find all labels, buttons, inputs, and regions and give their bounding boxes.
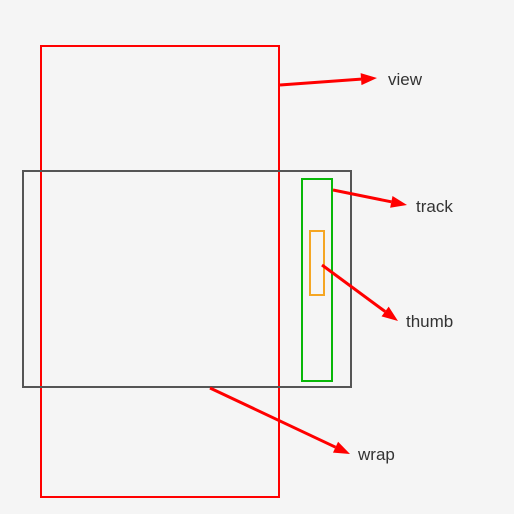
track-label: track: [416, 197, 453, 217]
arrow-to-view-label: [270, 68, 387, 95]
wrap-label: wrap: [358, 445, 395, 465]
view-label: view: [388, 70, 422, 90]
diagram-stage: view wrap track thumb: [0, 0, 514, 514]
scrollbar-thumb-box: [309, 230, 325, 296]
thumb-label: thumb: [406, 312, 453, 332]
